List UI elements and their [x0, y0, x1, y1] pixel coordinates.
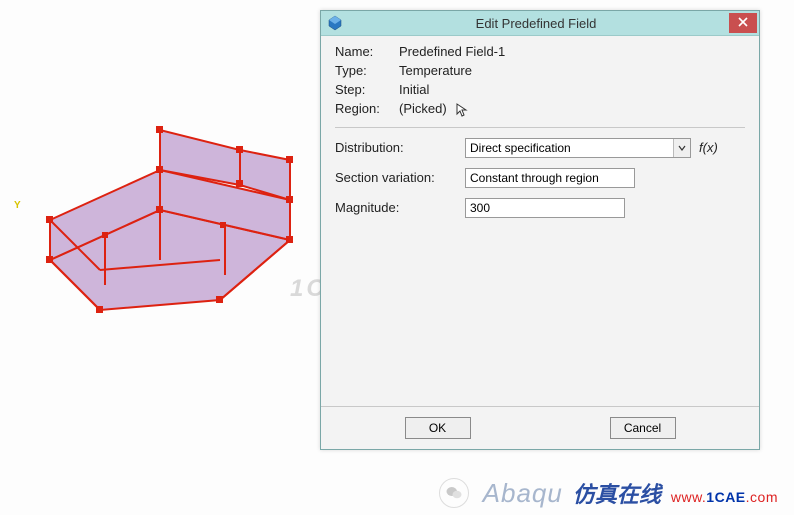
footer-url-prefix: www. [671, 489, 706, 505]
footer-text-cn: 仿真在线 [573, 477, 661, 509]
name-label: Name: [335, 44, 393, 59]
section-variation-field[interactable] [465, 168, 635, 188]
footer-url: www.1CAE.com [671, 489, 778, 505]
fx-button[interactable]: f(x) [699, 140, 718, 155]
titlebar[interactable]: Edit Predefined Field [321, 11, 759, 36]
wechat-icon [439, 478, 469, 508]
type-value: Temperature [399, 63, 745, 78]
model-viewport: Y [10, 90, 320, 350]
footer-text-grey: Abaqu [483, 478, 563, 509]
magnitude-label: Magnitude: [335, 200, 465, 215]
footer-url-brand: 1CAE [706, 489, 745, 505]
app-icon [327, 15, 343, 31]
edit-predefined-field-dialog: Edit Predefined Field Name: Predefined F… [320, 10, 760, 450]
distribution-select[interactable] [465, 138, 691, 158]
cancel-button[interactable]: Cancel [610, 417, 676, 439]
separator [335, 127, 745, 128]
pick-cursor-icon [456, 103, 468, 117]
close-button[interactable] [729, 13, 757, 33]
type-label: Type: [335, 63, 393, 78]
ok-button[interactable]: OK [405, 417, 471, 439]
region-label: Region: [335, 101, 393, 117]
info-section: Name: Predefined Field-1 Type: Temperatu… [335, 44, 745, 117]
dialog-title: Edit Predefined Field [343, 16, 729, 31]
section-variation-label: Section variation: [335, 170, 465, 185]
axis-y-label: Y [14, 200, 21, 211]
footer-url-suffix: .com [746, 489, 778, 505]
step-value: Initial [399, 82, 745, 97]
close-icon [738, 16, 748, 30]
distribution-label: Distribution: [335, 140, 465, 155]
step-label: Step: [335, 82, 393, 97]
region-value: (Picked) [399, 101, 745, 117]
name-value: Predefined Field-1 [399, 44, 745, 59]
footer-watermark: Abaqu 仿真在线 www.1CAE.com [439, 477, 778, 509]
magnitude-input[interactable] [465, 198, 625, 218]
dialog-button-bar: OK Cancel [321, 406, 759, 449]
region-value-text: (Picked) [399, 101, 447, 116]
